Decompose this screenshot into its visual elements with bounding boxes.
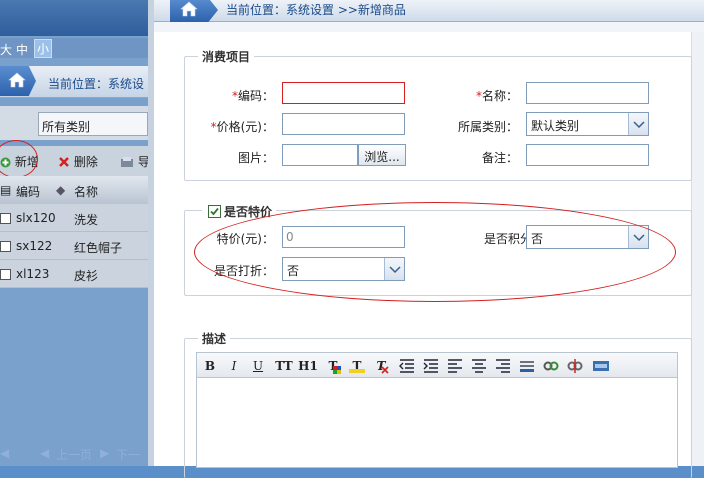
- price-input[interactable]: [282, 113, 405, 135]
- color-swatch-icon: [333, 366, 341, 374]
- name-input[interactable]: [526, 82, 649, 104]
- row-code: xl123: [16, 267, 50, 281]
- table-row[interactable]: sx122 红色帽子: [0, 233, 160, 260]
- pager-next-icon[interactable]: ▶: [100, 446, 109, 460]
- indent-icon[interactable]: [423, 358, 439, 374]
- price-label-text: 价格(元)：: [216, 120, 274, 134]
- font-large-button[interactable]: 大: [0, 41, 12, 58]
- export-icon: [121, 157, 133, 167]
- html-source-icon[interactable]: [593, 358, 609, 374]
- home-icon: [8, 72, 26, 88]
- code-label-text: 编码：: [237, 89, 274, 103]
- link-icon[interactable]: [543, 358, 559, 374]
- row-code: sx122: [16, 239, 53, 253]
- row-code: slx120: [16, 211, 56, 225]
- add-goods-dialog: 当前位置：系统设置 >>新增商品 消费项目 *编码： *名称： *价格(元)： …: [148, 0, 704, 478]
- underline-button[interactable]: U: [251, 358, 265, 374]
- row-name: 皮衫: [74, 269, 99, 283]
- price-label: *价格(元)：: [194, 118, 274, 135]
- highlight-icon: [349, 369, 365, 373]
- chevron-down-icon[interactable]: [628, 113, 648, 135]
- row-name: 红色帽子: [74, 241, 123, 255]
- special-checkbox[interactable]: [208, 205, 221, 218]
- pager-prev-button[interactable]: 上一页: [56, 446, 92, 463]
- align-right-icon[interactable]: [495, 358, 511, 374]
- dialog-body: 消费项目 *编码： *名称： *价格(元)： 所属类别： 默认类别 图片： 浏览…: [154, 22, 704, 478]
- table-row[interactable]: slx120 洗发: [0, 205, 160, 232]
- remark-label: 备注：: [481, 151, 518, 165]
- header-icon: ▤: [0, 183, 12, 197]
- align-left-icon[interactable]: [447, 358, 463, 374]
- export-button[interactable]: 导: [120, 153, 150, 170]
- row-checkbox[interactable]: [0, 269, 11, 280]
- filter-bar: 类型: 所有类别: [0, 106, 160, 140]
- italic-button[interactable]: I: [227, 358, 241, 374]
- delete-button-label: 删除: [73, 155, 98, 169]
- background-page: 大 中 小 当前位置：系统设 类型: 所有类别 新增 删除 导 ▤ 编码 ◆: [0, 0, 160, 466]
- category-select[interactable]: 默认类别: [526, 112, 649, 136]
- dialog-home-button[interactable]: [170, 0, 218, 22]
- goods-table: ▤ 编码 ◆ 名称 slx120 洗发 sx122 红色帽子 xl123 皮衫: [0, 176, 160, 288]
- category-select-value: 默认类别: [531, 119, 580, 133]
- consume-legend: 消费项目: [198, 48, 255, 65]
- unlink-icon[interactable]: [567, 358, 583, 374]
- annotation-ellipse-special: [194, 202, 676, 302]
- sort-icon[interactable]: ◆: [56, 183, 65, 197]
- image-path-input[interactable]: [282, 144, 358, 166]
- name-label: *名称：: [438, 87, 518, 104]
- outdent-icon[interactable]: [399, 358, 415, 374]
- name-label-text: 名称：: [481, 89, 518, 103]
- pager-prev-icon[interactable]: ◀: [40, 446, 49, 460]
- code-input[interactable]: [282, 82, 405, 104]
- row-name: 洗发: [74, 213, 99, 227]
- dialog-content: 消费项目 *编码： *名称： *价格(元)： 所属类别： 默认类别 图片： 浏览…: [154, 32, 692, 478]
- browse-button[interactable]: 浏览...: [358, 144, 406, 166]
- column-header-code[interactable]: 编码: [16, 183, 40, 200]
- align-center-icon[interactable]: [471, 358, 487, 374]
- remark-input[interactable]: [526, 144, 649, 166]
- remove-icon: [381, 366, 389, 374]
- font-size-button[interactable]: TT: [273, 358, 295, 374]
- table-header: ▤ 编码 ◆ 名称: [0, 176, 160, 204]
- image-label: 图片：: [237, 151, 274, 165]
- breadcrumb-text: 当前位置：系统设: [48, 77, 145, 91]
- heading-button[interactable]: H1: [297, 358, 319, 374]
- highlight-button[interactable]: T: [349, 358, 365, 374]
- pager-first-icon[interactable]: ◀: [0, 446, 9, 460]
- pager-next-button[interactable]: 下一: [116, 446, 140, 463]
- category-filter-select[interactable]: 所有类别: [38, 112, 148, 136]
- bold-button[interactable]: B: [203, 358, 217, 374]
- dialog-header: 当前位置：系统设置 >>新增商品: [154, 0, 704, 22]
- horizontal-rule-icon[interactable]: [519, 358, 535, 374]
- font-medium-button[interactable]: 中: [16, 41, 28, 58]
- row-checkbox[interactable]: [0, 213, 11, 224]
- home-button[interactable]: [0, 66, 36, 96]
- app-header: [0, 0, 160, 36]
- font-small-button[interactable]: 小: [34, 39, 53, 58]
- row-checkbox[interactable]: [0, 241, 11, 252]
- desc-legend: 描述: [198, 330, 231, 347]
- font-color-button[interactable]: T: [325, 358, 341, 374]
- home-icon: [180, 1, 198, 17]
- column-header-name[interactable]: 名称: [74, 183, 98, 200]
- font-size-bar: 大 中 小: [0, 38, 160, 58]
- code-label: *编码：: [194, 87, 274, 104]
- clear-format-button[interactable]: T: [373, 358, 389, 374]
- delete-button[interactable]: 删除: [58, 153, 98, 170]
- dialog-breadcrumb: 当前位置：系统设置 >>新增商品: [226, 3, 406, 17]
- breadcrumb: 当前位置：系统设: [0, 66, 160, 98]
- pager: ◀ ◀ 上一页 ▶ 下一: [0, 442, 160, 466]
- editor-toolbar: B I U TT H1 T T T: [196, 352, 678, 378]
- dialog-scrollbar[interactable]: [692, 32, 704, 466]
- description-editor[interactable]: [196, 378, 678, 468]
- category-label: 所属类别：: [457, 120, 518, 134]
- table-row[interactable]: xl123 皮衫: [0, 261, 160, 288]
- delete-icon: [59, 157, 69, 167]
